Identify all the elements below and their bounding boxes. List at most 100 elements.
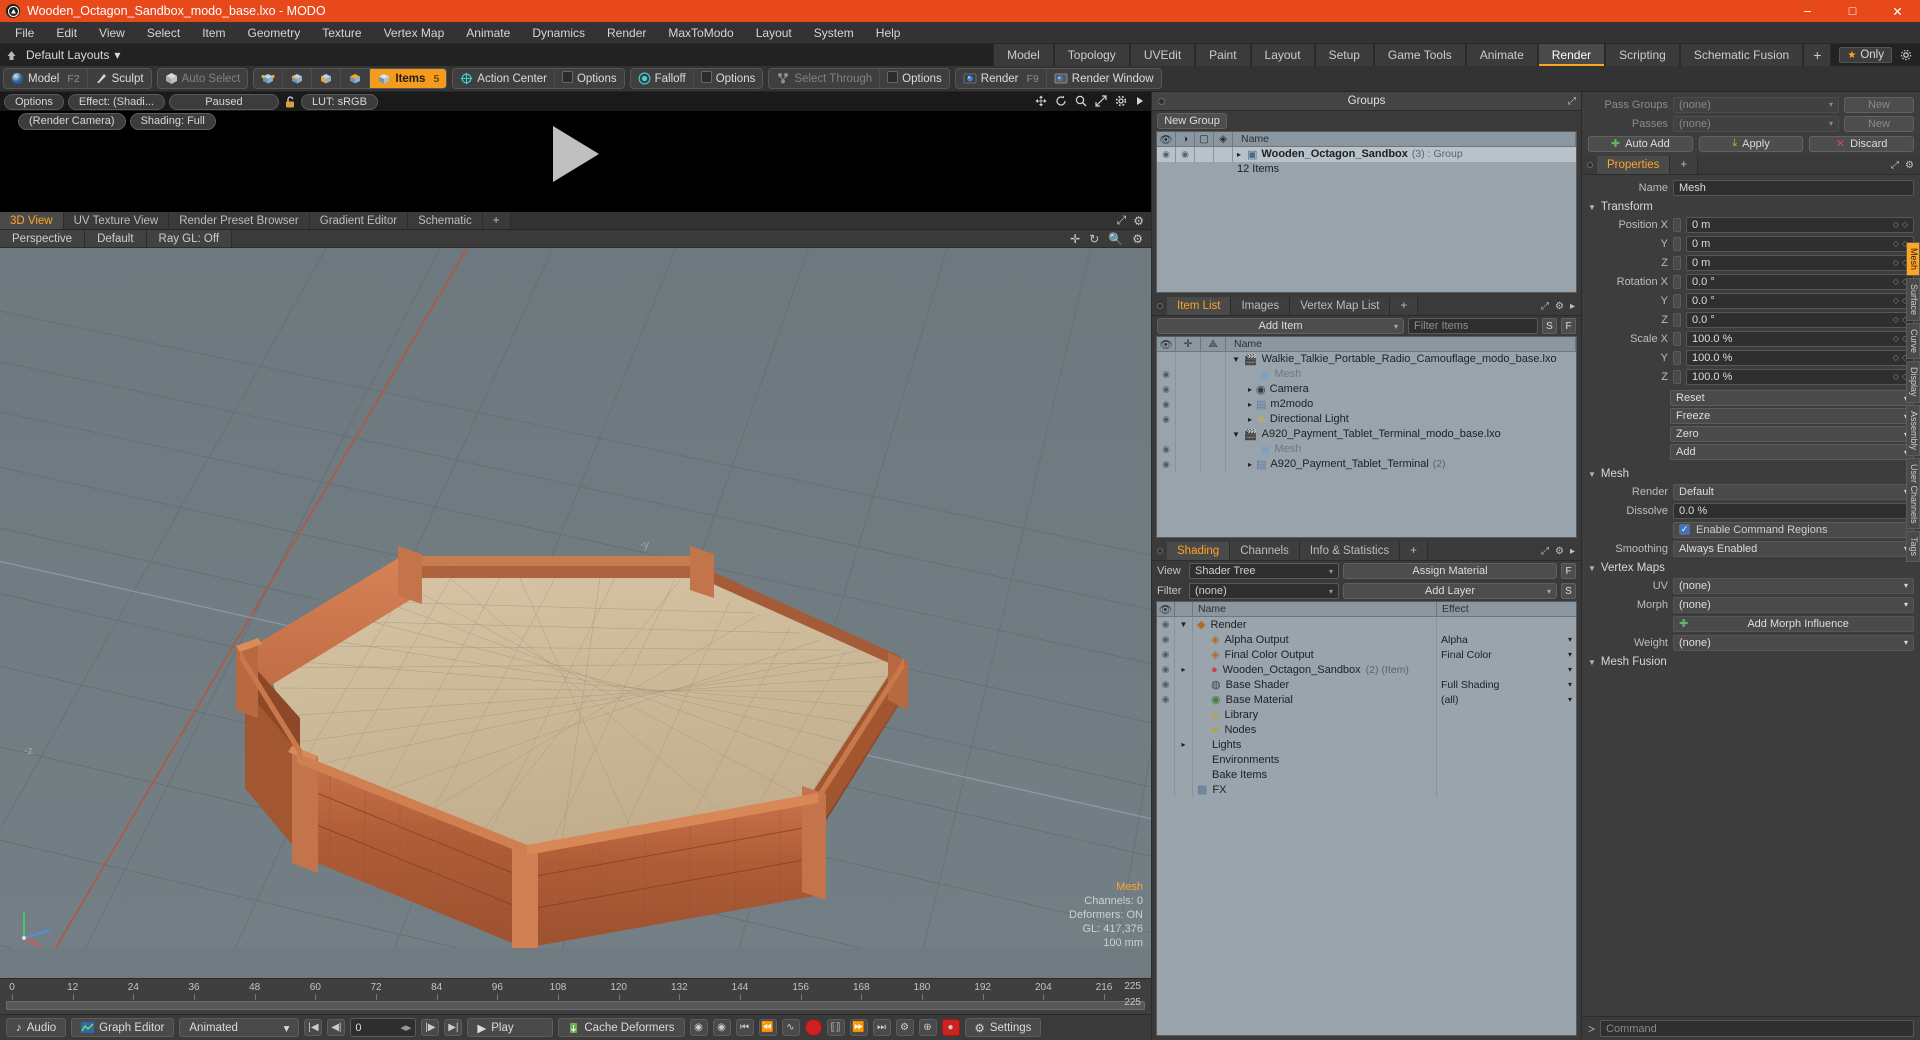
chevron-right-icon[interactable]: ▸ [1570, 546, 1575, 557]
shader-expander-cell[interactable] [1175, 767, 1193, 782]
transform-action-add[interactable]: Add▾ [1670, 444, 1914, 460]
home-layout-icon[interactable] [0, 44, 22, 66]
menu-item-file[interactable]: File [4, 22, 45, 44]
item-axis-cell[interactable] [1201, 411, 1226, 427]
menu-item-geometry[interactable]: Geometry [237, 22, 312, 44]
menu-item-item[interactable]: Item [191, 22, 236, 44]
layout-tab-scripting[interactable]: Scripting [1605, 44, 1680, 66]
gear-icon[interactable]: ⚙ [1555, 301, 1564, 312]
layout-tab-schematic-fusion[interactable]: Schematic Fusion [1679, 44, 1804, 66]
toolbar-button-falloff[interactable]: Falloff [631, 69, 694, 88]
new-pass-button[interactable]: New [1844, 115, 1914, 132]
shader-eye-cell[interactable] [1157, 722, 1175, 737]
fit-icon[interactable] [1095, 95, 1107, 107]
mesh-field-1[interactable]: 0.0 % [1673, 502, 1914, 519]
shader-eye-cell[interactable] [1157, 737, 1175, 752]
vertex-field-0[interactable]: (none) ▾ [1673, 577, 1914, 594]
tab-add[interactable]: + [1670, 156, 1699, 174]
key-dot-icon[interactable]: ◇ [1893, 220, 1899, 229]
toolbar-button-auto-select[interactable]: Auto Select [158, 69, 248, 88]
menu-item-texture[interactable]: Texture [311, 22, 372, 44]
add-layer-shortcut-button[interactable]: S [1561, 583, 1576, 599]
render-options-button[interactable]: Options [4, 93, 64, 110]
menu-item-animate[interactable]: Animate [455, 22, 521, 44]
col-eye-icon[interactable]: 👁 [1157, 602, 1175, 616]
item-row[interactable]: ◉ ▣ Mesh [1157, 441, 1576, 457]
toolbar-button-items[interactable]: Items 5 [370, 69, 447, 88]
item-tab-add[interactable]: + [1390, 297, 1419, 315]
only-toggle-button[interactable]: ★ Only [1839, 47, 1892, 63]
go-to-start-button[interactable]: |◀ [304, 1019, 323, 1036]
shader-effect-cell[interactable] [1436, 617, 1576, 632]
assign-shortcut-button[interactable]: F [1561, 563, 1576, 579]
enable-command-regions-checkbox[interactable]: ✓ [1679, 524, 1690, 535]
item-row[interactable]: ◉ ▣ Mesh [1157, 366, 1576, 382]
toolbar-button-action-center[interactable]: Action Center [453, 69, 555, 88]
item-row[interactable]: ▼ 🎬 Walkie_Talkie_Portable_Radio_Camouflag… [1157, 352, 1576, 367]
minimize-button[interactable]: – [1785, 0, 1830, 22]
toolbar-button-sculpt[interactable]: Sculpt [88, 69, 151, 88]
render-status-button[interactable]: Paused [168, 93, 279, 110]
item-eye-cell[interactable] [1157, 426, 1176, 442]
side-tab-curve[interactable]: Curve [1906, 323, 1920, 360]
close-button[interactable]: ✕ [1875, 0, 1920, 22]
vertex-maps-section-header[interactable]: ▼ Vertex Maps [1582, 560, 1920, 576]
transform-field-3[interactable]: 0.0 ° ◇ ◇ [1686, 273, 1914, 290]
menu-item-help[interactable]: Help [865, 22, 912, 44]
side-tab-user-channels[interactable]: User Channels [1906, 457, 1920, 530]
tab-properties[interactable]: Properties [1597, 156, 1671, 174]
expand-icon[interactable]: ⤢ [1568, 96, 1576, 107]
mesh-field-3[interactable]: Always Enabled▾ [1673, 540, 1914, 557]
item-row[interactable]: ◉ ▸ ☀ Directional Light [1157, 411, 1576, 427]
add-layer-button[interactable]: Add Layer ▾ [1343, 583, 1557, 599]
shader-effect-cell[interactable] [1436, 752, 1576, 767]
discard-button[interactable]: ✕ Discard [1809, 135, 1915, 152]
col-cube-icon[interactable]: ▢ [1195, 132, 1214, 146]
key-dot-icon[interactable]: ◇ [1893, 258, 1899, 267]
shader-row[interactable]: ◉ ◍ Base Shader Full Shading ▾ [1157, 677, 1576, 692]
item-move-cell[interactable] [1176, 411, 1201, 427]
filter-f-button[interactable]: F [1561, 318, 1576, 334]
transform-action-freeze[interactable]: Freeze▾ [1670, 408, 1914, 424]
shading-tab-shading[interactable]: Shading [1167, 542, 1231, 560]
expand-icon[interactable]: ⤢ [1117, 213, 1127, 228]
menu-item-layout[interactable]: Layout [745, 22, 803, 44]
toolbar-button-options[interactable]: Options [694, 69, 763, 88]
next-key2-icon[interactable]: ⏭ [872, 1019, 891, 1036]
toolbar-button-render[interactable]: Render F9 [956, 69, 1047, 88]
chevron-right-icon[interactable]: ▸ [1570, 301, 1575, 312]
default-layouts-dropdown[interactable]: Default Layouts ▾ [22, 48, 124, 62]
item-axis-cell[interactable] [1201, 426, 1226, 442]
toolbar-button-select-through[interactable]: Select Through [769, 69, 881, 88]
shader-effect-cell[interactable]: Final Color ▾ [1436, 647, 1576, 662]
expander-icon[interactable]: ▼ [1232, 430, 1240, 439]
item-eye-cell[interactable]: ◉ [1157, 456, 1176, 472]
key-dot-icon[interactable]: ◇ [1893, 372, 1899, 381]
shader-expander-cell[interactable] [1175, 677, 1193, 692]
layout-tab-topology[interactable]: Topology [1053, 44, 1130, 66]
shading-tab-channels[interactable]: Channels [1230, 542, 1300, 560]
item-tab-item-list[interactable]: Item List [1167, 297, 1232, 315]
shader-row[interactable]: ▸ Lights [1157, 737, 1576, 752]
menu-item-select[interactable]: Select [136, 22, 191, 44]
item-eye-cell[interactable]: ◉ [1157, 411, 1176, 427]
audio-button[interactable]: ♪ Audio [6, 1018, 67, 1037]
play-icon[interactable] [1135, 95, 1145, 107]
shader-expander-cell[interactable] [1175, 647, 1193, 662]
shader-expander-cell[interactable] [1175, 752, 1193, 767]
mesh-section-header[interactable]: ▼ Mesh [1582, 466, 1920, 482]
item-move-cell[interactable] [1176, 352, 1201, 367]
filter-s-button[interactable]: S [1542, 318, 1557, 334]
menu-item-vertex-map[interactable]: Vertex Map [373, 22, 456, 44]
key-dot-icon[interactable]: ◇ [1893, 353, 1899, 362]
transform-section-header[interactable]: ▼ Transform [1582, 199, 1920, 215]
shader-effect-cell[interactable] [1436, 722, 1576, 737]
layout-tab-render[interactable]: Render [1537, 44, 1606, 66]
shader-eye-cell[interactable]: ◉ [1157, 632, 1175, 647]
auto-add-button[interactable]: ✚ Auto Add [1588, 135, 1693, 152]
transform-field-4[interactable]: 0.0 ° ◇ ◇ [1686, 292, 1914, 309]
key-dot-icon[interactable]: ◇ [1893, 296, 1899, 305]
key-create-icon[interactable]: ◉ [689, 1019, 708, 1036]
mesh-fusion-section-header[interactable]: ▼ Mesh Fusion [1582, 654, 1920, 670]
next-key-icon[interactable]: ⏩ [849, 1019, 868, 1036]
